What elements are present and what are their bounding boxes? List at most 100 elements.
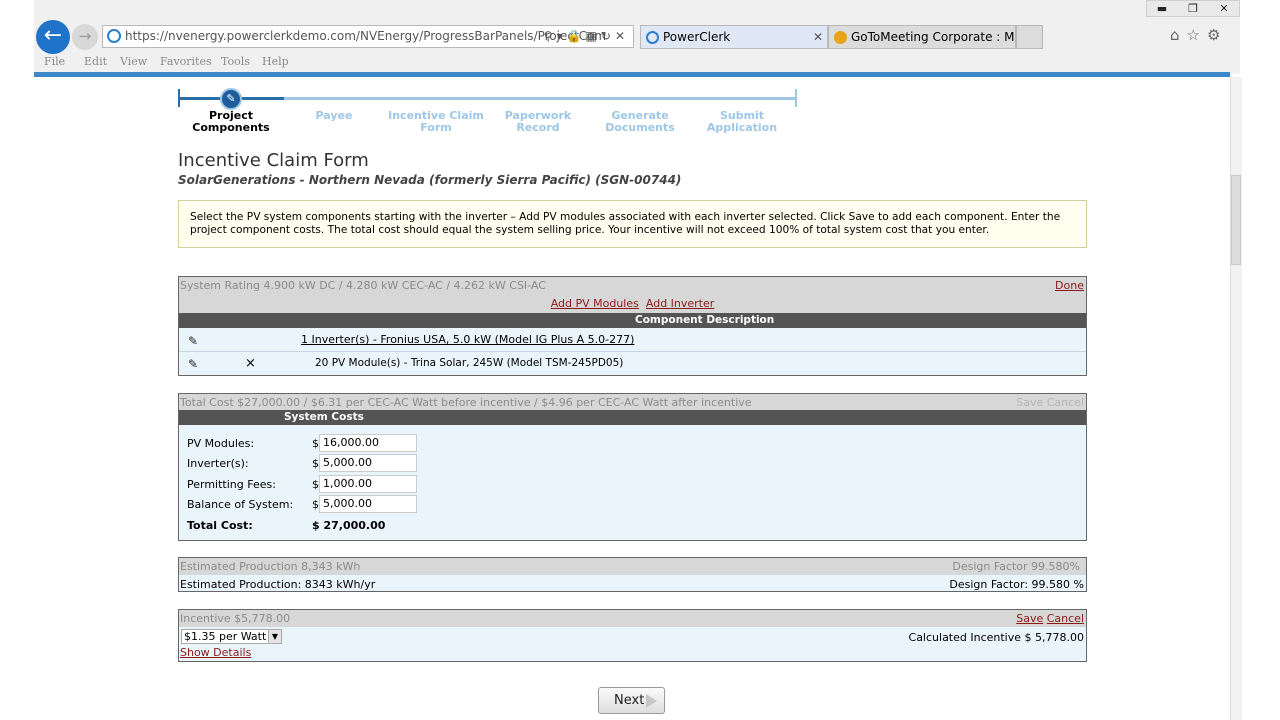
design-factor-summary: Design Factor 99.580% (952, 560, 1080, 573)
play-arrow-icon (646, 694, 657, 708)
current-step-pencil-icon: ✎ (220, 88, 242, 110)
production-summary-bar: Estimated Production 8,343 kWh Design Fa… (179, 558, 1086, 575)
progress-remaining (284, 97, 796, 100)
step-label: Components (192, 121, 270, 134)
step-submit-application[interactable]: Submit Application (692, 110, 792, 134)
step-label: Form (420, 121, 452, 134)
menu-favorites[interactable]: Favorites (160, 55, 212, 68)
pv-module-component: 20 PV Module(s) - Trina Solar, 245W (Mod… (315, 357, 624, 369)
next-button-label: Next (614, 693, 645, 708)
menu-tools[interactable]: Tools (221, 55, 250, 68)
tab-gotomeeting[interactable]: GoToMeeting Corporate : My ... (828, 25, 1016, 49)
delete-component-icon[interactable]: × (245, 356, 256, 371)
step-label: Record (516, 121, 560, 134)
incentive-summary-bar: Incentive $5,778.00 Save Cancel (179, 610, 1086, 627)
forward-arrow-icon[interactable]: → (72, 24, 98, 50)
step-generate-documents[interactable]: Generate Documents (590, 110, 690, 134)
add-pv-modules-link[interactable]: Add PV Modules (551, 297, 639, 310)
tab-label: PowerClerk (663, 30, 731, 44)
dollar-sign: $ (312, 498, 319, 511)
components-panel: System Rating 4.900 kW DC / 4.280 kW CEC… (178, 276, 1087, 376)
add-links-row: Add PV Modules Add Inverter (179, 294, 1086, 313)
home-icon[interactable]: ⌂ (1170, 26, 1187, 44)
system-costs-header: System Costs (179, 410, 1086, 425)
menu-file[interactable]: File (44, 55, 65, 68)
restore-icon[interactable]: ❐ (1178, 1, 1208, 17)
scrollbar-thumb[interactable] (1231, 175, 1241, 265)
inverters-cost-input[interactable]: 5,000.00 (319, 454, 417, 472)
permitting-fees-input[interactable]: 1,000.00 (319, 475, 417, 493)
tab-powerclerk[interactable]: PowerClerk ✕ (640, 25, 828, 49)
step-incentive-claim-form[interactable]: Incentive Claim Form (386, 110, 486, 134)
estimated-production-summary: Estimated Production 8,343 kWh (180, 560, 361, 573)
address-url: https://nvenergy.powerclerkdemo.com/NVEn… (125, 29, 607, 43)
page-title: Incentive Claim Form (178, 150, 369, 171)
incentive-panel: Incentive $5,778.00 Save Cancel $1.35 pe… (178, 609, 1087, 662)
vertical-scrollbar[interactable] (1230, 77, 1242, 720)
inverter-component-link[interactable]: 1 Inverter(s) - Fronius USA, 5.0 kW (Mod… (301, 333, 634, 346)
component-description-header: Component Description (179, 313, 1086, 328)
pv-modules-cost-input[interactable]: 16,000.00 (319, 434, 417, 452)
new-tab-button[interactable] (1016, 25, 1043, 49)
address-actions[interactable]: ⚲▾🔒▦↻✕ (544, 26, 629, 47)
step-project-components[interactable]: Project Components (181, 110, 281, 134)
address-bar[interactable]: https://nvenergy.powerclerkdemo.com/NVEn… (102, 25, 634, 48)
incentive-rate-select[interactable]: $1.35 per Watt ▼ (181, 629, 282, 644)
step-label: Application (706, 121, 778, 134)
incentive-rate-value: $1.35 per Watt (184, 630, 267, 643)
costs-panel: Total Cost $27,000.00 / $6.31 per CEC-AC… (178, 393, 1087, 541)
add-inverter-link[interactable]: Add Inverter (646, 297, 714, 310)
right-margin (1242, 0, 1280, 720)
step-label: Documents (605, 121, 675, 134)
star-icon[interactable]: ☆ (1187, 26, 1207, 44)
next-button[interactable]: Next (598, 687, 665, 714)
inverters-label: Inverter(s): (187, 457, 249, 470)
minimize-icon[interactable]: ▬ (1147, 1, 1177, 17)
incentive-save-link[interactable]: Save (1016, 612, 1043, 625)
production-panel: Estimated Production 8,343 kWh Design Fa… (178, 557, 1087, 592)
incentive-cancel-link[interactable]: Cancel (1047, 612, 1084, 625)
progress-end (795, 89, 797, 107)
back-arrow-icon[interactable]: ← (36, 20, 70, 54)
chrome-divider (34, 72, 1230, 77)
total-cost-bar: Total Cost $27,000.00 / $6.31 per CEC-AC… (179, 394, 1086, 411)
show-details-link[interactable]: Show Details (180, 646, 251, 659)
menu-edit[interactable]: Edit (84, 55, 107, 68)
pencil-icon[interactable]: ✎ (188, 357, 202, 371)
menu-bar: File Edit View Favorites Tools Help (34, 53, 1240, 72)
incentive-summary: Incentive $5,778.00 (180, 612, 291, 625)
estimated-production-detail: Estimated Production: 8343 kWh/yr (180, 578, 376, 591)
total-cost-value: $ 27,000.00 (312, 519, 386, 532)
instructions-box: Select the PV system components starting… (178, 200, 1087, 248)
pencil-icon[interactable]: ✎ (188, 334, 202, 348)
costs-cancel-link[interactable]: Cancel (1047, 396, 1084, 409)
done-link[interactable]: Done (1055, 277, 1084, 294)
design-factor-detail: Design Factor: 99.580 % (949, 578, 1084, 591)
close-icon[interactable]: ✕ (1209, 1, 1239, 17)
permitting-fees-label: Permitting Fees: (187, 478, 276, 491)
step-payee[interactable]: Payee (284, 110, 384, 122)
system-rating-bar: System Rating 4.900 kW DC / 4.280 kW CEC… (179, 277, 1086, 294)
dollar-sign: $ (312, 478, 319, 491)
calculated-incentive: Calculated Incentive $ 5,778.00 (908, 631, 1084, 644)
chevron-down-icon[interactable]: ▼ (268, 630, 281, 643)
ie-tab-icon (646, 31, 659, 44)
menu-view[interactable]: View (120, 55, 147, 68)
dollar-sign: $ (312, 457, 319, 470)
menu-help[interactable]: Help (262, 55, 289, 68)
dollar-sign: $ (312, 437, 319, 450)
total-cost-label: Total Cost: (187, 519, 253, 532)
costs-save-cancel: Save Cancel (1016, 394, 1084, 411)
costs-save-link[interactable]: Save (1016, 396, 1043, 409)
gear-icon[interactable]: ⚙ (1207, 26, 1227, 44)
close-tab-icon[interactable]: ✕ (813, 26, 823, 48)
left-margin (0, 0, 34, 720)
system-rating: System Rating 4.900 kW DC / 4.280 kW CEC… (180, 279, 546, 292)
incentive-save-cancel: Save Cancel (1016, 610, 1084, 627)
pv-modules-label: PV Modules: (187, 437, 255, 450)
browser-tools: ⌂☆⚙ (1170, 26, 1240, 48)
step-paperwork-record[interactable]: Paperwork Record (488, 110, 588, 134)
balance-of-system-input[interactable]: 5,000.00 (319, 495, 417, 513)
ie-page-icon (107, 29, 121, 43)
balance-of-system-label: Balance of System: (187, 498, 294, 511)
